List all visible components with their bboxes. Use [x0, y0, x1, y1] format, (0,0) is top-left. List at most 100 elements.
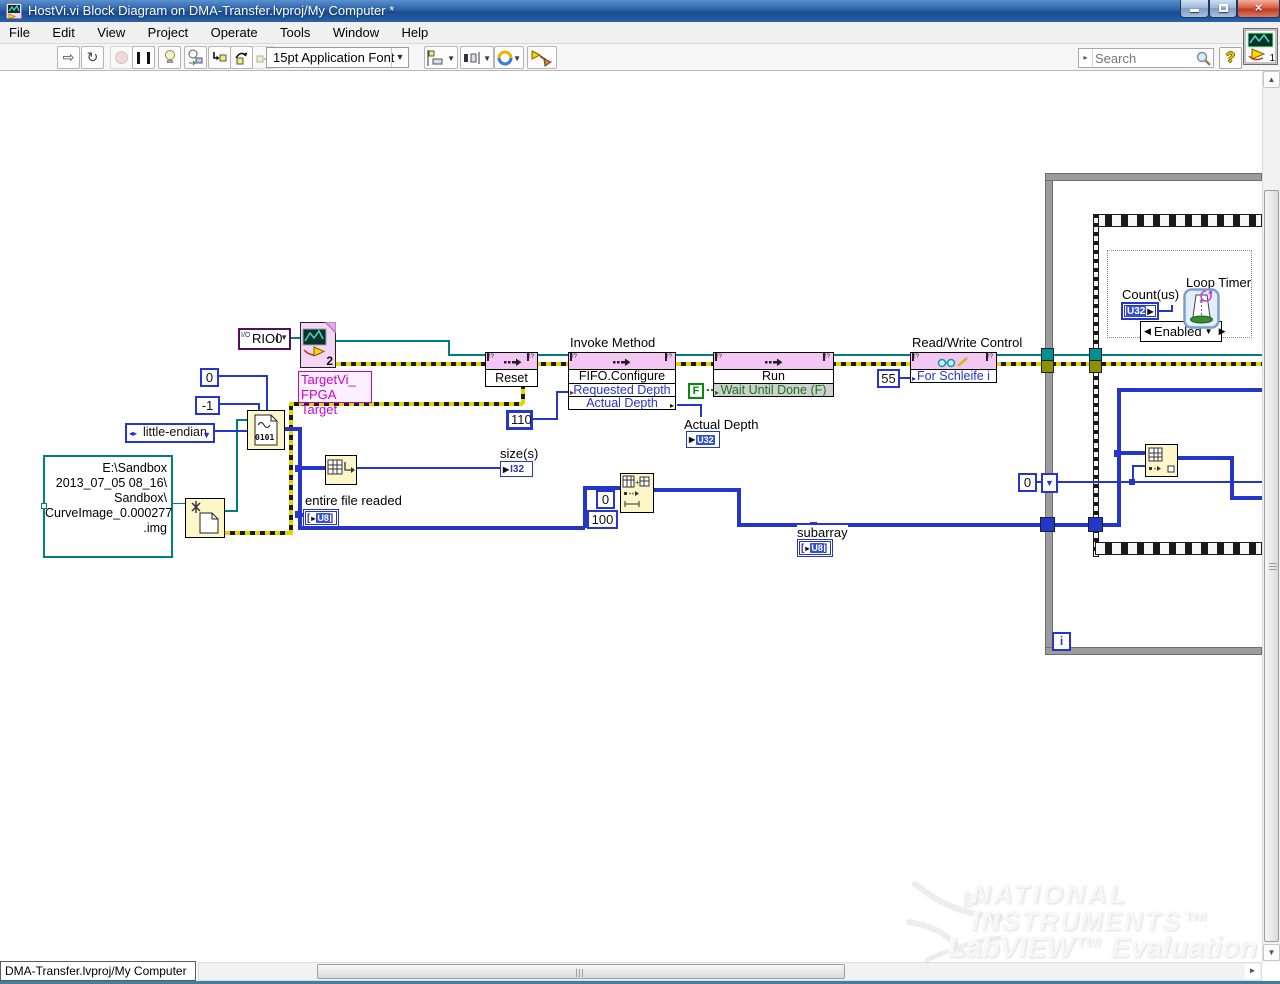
- search-icon[interactable]: [1196, 51, 1211, 66]
- retain-wire-values-button[interactable]: [184, 46, 207, 69]
- abort-button[interactable]: [110, 46, 133, 69]
- scroll-right-button[interactable]: ►: [1245, 964, 1260, 979]
- error-wire[interactable]: [225, 531, 293, 535]
- wire[interactable]: [448, 354, 486, 356]
- wire[interactable]: [1058, 481, 1134, 483]
- step-over-button[interactable]: [230, 46, 253, 69]
- minimize-button[interactable]: [1180, 0, 1209, 18]
- loop-iteration-terminal[interactable]: i: [1052, 632, 1071, 651]
- numeric-constant-100[interactable]: 100: [587, 510, 618, 529]
- menu-window[interactable]: Window: [324, 22, 388, 43]
- case-prev-icon[interactable]: ◀: [1141, 326, 1154, 337]
- tunnel[interactable]: [1040, 517, 1055, 532]
- wire[interactable]: [218, 375, 268, 377]
- wire[interactable]: [1171, 305, 1173, 312]
- menu-file[interactable]: File: [0, 22, 39, 43]
- wire[interactable]: [675, 354, 714, 356]
- run-continuous-button[interactable]: ↻: [81, 46, 104, 69]
- array-wire[interactable]: [737, 488, 741, 526]
- open-file-node[interactable]: [185, 498, 225, 538]
- array-wire[interactable]: [653, 488, 739, 492]
- boolean-constant-f[interactable]: F: [688, 383, 704, 399]
- entire-file-indicator-label[interactable]: entire file readed: [305, 493, 402, 508]
- while-loop-border-top[interactable]: [1045, 173, 1262, 181]
- array-wire[interactable]: [737, 523, 1119, 527]
- horizontal-scrollbar[interactable]: ►: [198, 962, 1262, 981]
- search-expand-button[interactable]: ▸: [1079, 49, 1093, 67]
- method-row[interactable]: FIFO.Configure: [568, 369, 676, 384]
- rw-control-title[interactable]: Read/Write Control: [912, 335, 1023, 350]
- numeric-constant-0[interactable]: 0: [200, 368, 219, 387]
- error-wire[interactable]: [289, 402, 293, 535]
- scroll-up-button[interactable]: ▲: [1263, 71, 1280, 88]
- vertical-scroll-thumb[interactable]: [1264, 190, 1279, 942]
- read-binary-file-node[interactable]: 0101: [247, 410, 285, 450]
- font-selector[interactable]: 15pt Application Font ▼: [266, 47, 409, 68]
- distribute-objects-button[interactable]: ▼: [460, 46, 494, 69]
- tunnel[interactable]: [1041, 360, 1054, 373]
- vertical-scrollbar[interactable]: ▲ ▼: [1262, 71, 1280, 962]
- wire[interactable]: [996, 354, 1262, 356]
- align-objects-button[interactable]: ▼: [424, 46, 458, 69]
- reset-invoke-node[interactable]: !? !? Reset: [485, 352, 538, 387]
- disable-structure-border-top[interactable]: [1095, 214, 1262, 227]
- wire[interactable]: [556, 391, 568, 393]
- menu-tools[interactable]: Tools: [271, 22, 319, 43]
- count-us-label[interactable]: Count(us): [1122, 287, 1180, 302]
- step-into-button[interactable]: [208, 46, 231, 69]
- numeric-constant-55[interactable]: 55: [877, 369, 900, 388]
- wire[interactable]: [532, 418, 558, 420]
- wire[interactable]: [556, 391, 558, 420]
- wire[interactable]: [219, 403, 260, 405]
- array-wire[interactable]: [298, 526, 585, 530]
- target-vi-label[interactable]: TargetVi_ FPGA Target: [298, 371, 372, 417]
- wire[interactable]: [336, 340, 450, 342]
- numeric-constant-loop-init[interactable]: 0: [1018, 473, 1037, 492]
- param-row-wait-until-done[interactable]: ▸ Wait Until Done (F): [713, 383, 834, 397]
- context-selector[interactable]: DMA-Transfer.lvproj/My Computer: [0, 961, 196, 981]
- horizontal-scroll-thumb[interactable]: [317, 964, 845, 979]
- actual-depth-indicator-label[interactable]: Actual Depth: [684, 417, 759, 432]
- wire[interactable]: [236, 420, 238, 512]
- rw-control-node[interactable]: !? !? ▸ For Schleife i: [910, 352, 997, 383]
- numeric-constant-minus1[interactable]: -1: [195, 396, 220, 415]
- actual-depth-indicator-terminal[interactable]: ▶ U32: [686, 431, 720, 448]
- array-wire[interactable]: [298, 466, 325, 470]
- index-array-node[interactable]: [1145, 444, 1178, 477]
- array-wire[interactable]: [1230, 456, 1234, 498]
- block-diagram[interactable]: NATIONAL INSTRUMENTS™ LabVIEW™ Evaluatio…: [0, 71, 1280, 964]
- menu-view[interactable]: View: [88, 22, 134, 43]
- endian-ring-constant[interactable]: ◂▸ little-endian ▼: [125, 423, 215, 443]
- scroll-down-button[interactable]: ▼: [1263, 944, 1280, 961]
- highlight-execution-button[interactable]: [158, 46, 181, 69]
- array-size-node[interactable]: [325, 455, 357, 485]
- wire[interactable]: [225, 510, 238, 512]
- disable-structure-border-bottom[interactable]: [1095, 542, 1262, 555]
- tunnel[interactable]: [1088, 517, 1103, 532]
- wire[interactable]: [1134, 481, 1262, 483]
- size-indicator-terminal[interactable]: ▶ I32: [500, 461, 533, 477]
- size-indicator-label[interactable]: size(s): [500, 446, 539, 461]
- array-subset-node[interactable]: +: [620, 473, 654, 513]
- close-button[interactable]: ×: [1237, 0, 1280, 18]
- array-wire[interactable]: [1177, 456, 1232, 460]
- menu-help[interactable]: Help: [393, 22, 438, 43]
- while-loop-border-bottom[interactable]: [1045, 647, 1262, 655]
- help-button[interactable]: ?: [1219, 47, 1242, 69]
- numeric-constant-offset[interactable]: 0: [596, 490, 615, 509]
- param-row-requested-depth[interactable]: ▸ Requested Depth: [568, 383, 676, 397]
- wire[interactable]: [357, 467, 500, 469]
- vi-icon-panel[interactable]: 1: [1243, 28, 1278, 65]
- tunnel[interactable]: [1089, 360, 1102, 373]
- pause-button[interactable]: [132, 46, 155, 69]
- array-wire[interactable]: [1230, 496, 1262, 500]
- method-row[interactable]: Run: [713, 369, 834, 384]
- wire[interactable]: [1132, 465, 1145, 467]
- while-loop-border-left[interactable]: [1045, 173, 1053, 655]
- subarray-indicator-terminal[interactable]: [▸ U8 ]: [797, 539, 833, 557]
- target-vi-node[interactable]: 2: [300, 321, 337, 368]
- array-wire[interactable]: [1117, 388, 1121, 527]
- loop-timer-node[interactable]: [1183, 288, 1220, 334]
- menu-operate[interactable]: Operate: [202, 22, 267, 43]
- numeric-constant-110[interactable]: 110: [506, 410, 533, 430]
